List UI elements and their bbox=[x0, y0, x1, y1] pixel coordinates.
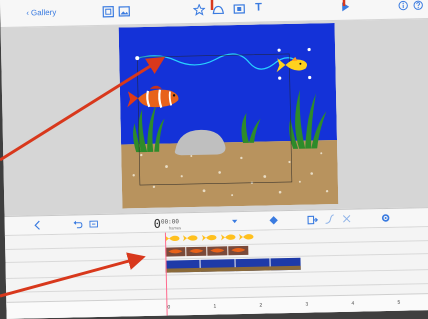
canvas-area bbox=[0, 19, 428, 216]
ruler-tick-label: 5 bbox=[397, 299, 401, 306]
goldfish-clip[interactable] bbox=[201, 234, 217, 241]
media-icon[interactable] bbox=[233, 3, 245, 15]
clownfish-track[interactable] bbox=[165, 245, 249, 257]
cut-icon[interactable] bbox=[342, 214, 352, 224]
ruler-tick-label: 0 bbox=[167, 304, 171, 311]
stage: ‹ Gallery T 000:00 frames 0 1 2 3 4 5 bbox=[0, 0, 428, 319]
back-label: Gallery bbox=[30, 7, 57, 18]
ruler-tick-label: 3 bbox=[305, 301, 309, 308]
chevron-down-icon[interactable] bbox=[231, 217, 239, 225]
insert-icon[interactable] bbox=[307, 214, 319, 225]
ruler-tick-label: 2 bbox=[259, 302, 263, 309]
text-tool-button[interactable]: T bbox=[255, 2, 262, 14]
fullscreen-icon[interactable] bbox=[102, 6, 114, 18]
photo-icon[interactable] bbox=[118, 5, 130, 17]
chevron-left-icon: ‹ bbox=[26, 8, 30, 18]
redo-icon[interactable] bbox=[89, 219, 99, 229]
collapse-icon[interactable] bbox=[33, 220, 43, 230]
help-icon[interactable] bbox=[413, 0, 423, 10]
goldfish-clip[interactable] bbox=[220, 234, 236, 241]
keyframe-icon[interactable] bbox=[269, 215, 279, 225]
shape-icon[interactable] bbox=[212, 3, 225, 15]
animation-scene[interactable] bbox=[118, 22, 339, 209]
curve-icon[interactable] bbox=[325, 214, 335, 224]
background-track[interactable] bbox=[165, 257, 301, 273]
play-icon[interactable] bbox=[339, 1, 351, 13]
ruler-tick-label: 4 bbox=[351, 300, 355, 307]
ruler-tick-label: 1 bbox=[213, 303, 217, 310]
goldfish-clip[interactable] bbox=[182, 235, 198, 242]
star-icon[interactable] bbox=[193, 3, 206, 16]
device-screen: ‹ Gallery T 000:00 frames 0 1 2 3 4 5 bbox=[0, 0, 428, 319]
back-to-gallery-button[interactable]: ‹ Gallery bbox=[26, 8, 56, 18]
info-icon[interactable] bbox=[398, 0, 408, 11]
settings-icon[interactable] bbox=[381, 213, 391, 223]
undo-icon[interactable] bbox=[73, 219, 83, 229]
goldfish-clip[interactable] bbox=[164, 235, 180, 242]
goldfish-clip[interactable] bbox=[238, 234, 254, 241]
sand-ground bbox=[121, 139, 339, 209]
time-unit-label: frames bbox=[168, 225, 182, 231]
goldfish-track[interactable] bbox=[164, 234, 254, 242]
